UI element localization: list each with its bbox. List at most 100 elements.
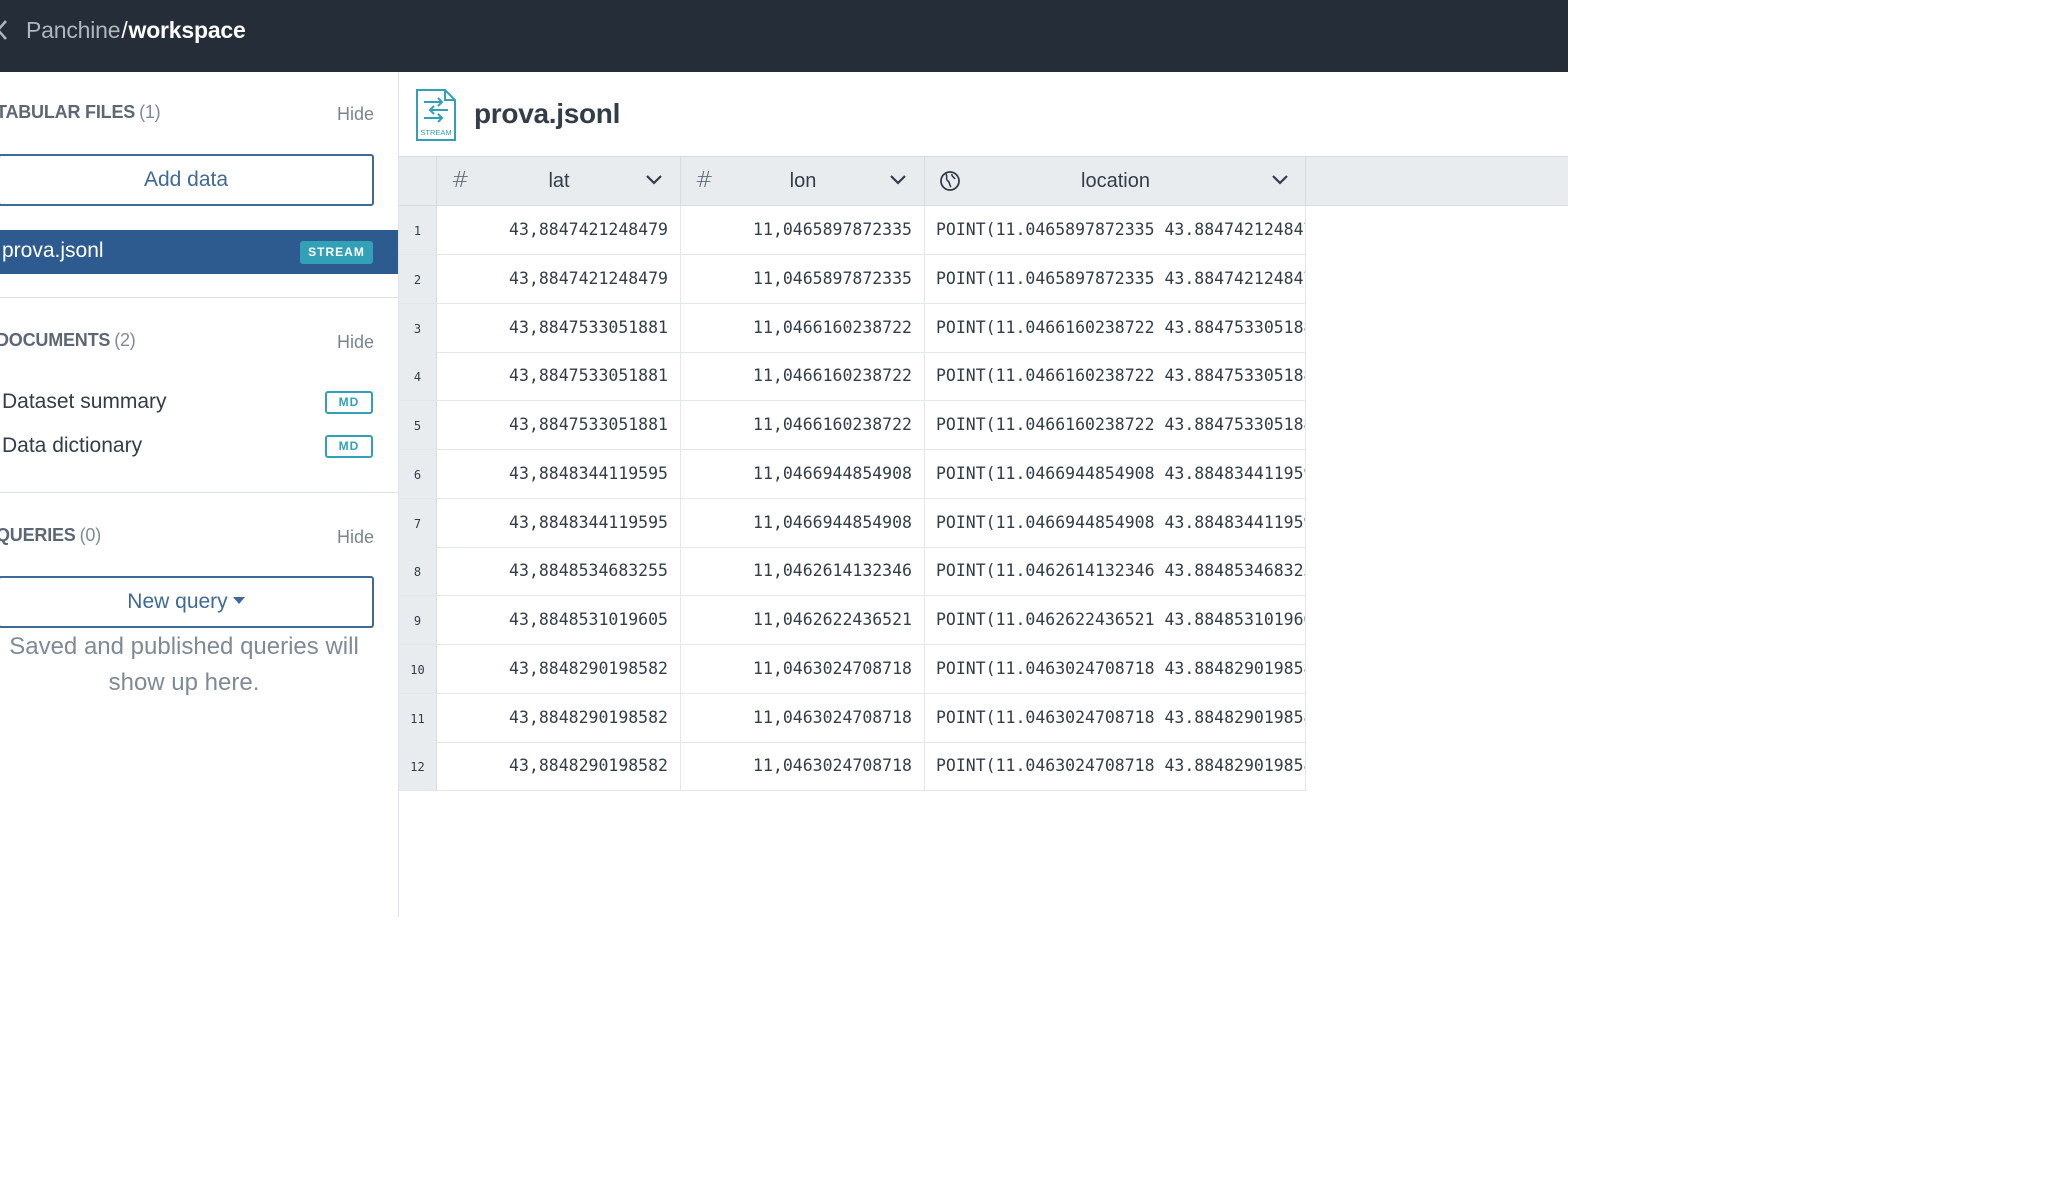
tabular-files-title: TABULAR FILES (1): [0, 102, 161, 123]
table-row: 4 43,8847533051881 11,0466160238722 POINT(1…: [399, 352, 1306, 402]
column-header-lat[interactable]: # lat: [437, 157, 681, 205]
breadcrumb-workspace[interactable]: workspace: [129, 17, 246, 43]
cell-location[interactable]: POINT(11.0463024708718 43.8848290198582): [925, 693, 1306, 742]
cell-lon[interactable]: 11,0466944854908: [681, 498, 925, 547]
table-row: 8 43,8848534683255 11,0462614132346 POINT(1…: [399, 547, 1306, 597]
cell-lat[interactable]: 43,8847421248479: [437, 254, 681, 303]
document-item-data-dictionary[interactable]: Data dictionary MD: [0, 429, 398, 465]
document-item-name: Dataset summary: [2, 390, 167, 413]
new-query-button[interactable]: New query: [0, 576, 374, 628]
cell-lon[interactable]: 11,0466160238722: [681, 352, 925, 401]
document-item-dataset-summary[interactable]: Dataset summary MD: [0, 385, 398, 421]
cell-lon[interactable]: 11,0466944854908: [681, 449, 925, 498]
table-row: 3 43,8847533051881 11,0466160238722 POINT(1…: [399, 303, 1306, 353]
cell-location[interactable]: POINT(11.0463024708718 43.8848290198582): [925, 742, 1306, 791]
cell-lon[interactable]: 11,0466160238722: [681, 401, 925, 449]
chevron-down-icon[interactable]: [645, 171, 663, 189]
section-divider: [0, 492, 398, 493]
cell-lat[interactable]: 43,8848290198582: [437, 742, 681, 791]
cell-location[interactable]: POINT(11.0465897872335 43.8847421248479): [925, 254, 1306, 303]
cell-lon[interactable]: 11,0463024708718: [681, 693, 925, 742]
queries-hide-link[interactable]: Hide: [337, 527, 374, 548]
file-item-name: prova.jsonl: [2, 239, 104, 262]
section-divider: [0, 297, 398, 298]
file-title: prova.jsonl: [474, 98, 621, 129]
md-badge: MD: [325, 435, 373, 458]
tabular-files-hide-link[interactable]: Hide: [337, 104, 374, 125]
cell-lon[interactable]: 11,0463024708718: [681, 742, 925, 791]
stream-file-icon: STREAM: [415, 88, 457, 142]
cell-lon[interactable]: 11,0463024708718: [681, 644, 925, 693]
documents-count: (2): [114, 330, 136, 350]
sidebar: TABULAR FILES (1) Hide Add data prova.jso…: [0, 72, 399, 917]
cell-lat[interactable]: 43,8848290198582: [437, 644, 681, 693]
chevron-down-icon[interactable]: [889, 171, 907, 189]
column-header-lon[interactable]: # lon: [681, 157, 925, 205]
breadcrumb-owner[interactable]: Panchine: [26, 17, 121, 43]
tabular-files-title-text: TABULAR FILES: [0, 102, 136, 122]
cell-lat[interactable]: 43,8848344119595: [437, 498, 681, 547]
queries-header: QUERIES (0) Hide: [0, 521, 399, 551]
cell-location[interactable]: POINT(11.0465897872335 43.8847421248479): [925, 206, 1306, 254]
table-row: 5 43,8847533051881 11,0466160238722 POINT(1…: [399, 401, 1306, 450]
file-item-prova-jsonl[interactable]: prova.jsonl STREAM: [0, 230, 398, 274]
table-row: 11 43,8848290198582 11,0463024708718 POINT(…: [399, 693, 1306, 743]
cell-lon[interactable]: 11,0462614132346: [681, 547, 925, 596]
back-chevron-icon[interactable]: [0, 19, 8, 40]
cell-lat[interactable]: 43,8848344119595: [437, 449, 681, 498]
cell-lat[interactable]: 43,8848531019605: [437, 596, 681, 644]
cell-lat[interactable]: 43,8848290198582: [437, 693, 681, 742]
new-query-label: New query: [127, 590, 228, 613]
tabular-files-count: (1): [139, 102, 161, 122]
row-number: 4: [399, 352, 437, 401]
table-row: 1 43,8847421248479 11,0465897872335 POINT(1…: [399, 206, 1306, 255]
column-header-row: # lat # lon location: [399, 156, 1568, 206]
cell-lon[interactable]: 11,0465897872335: [681, 254, 925, 303]
queries-title-text: QUERIES: [0, 525, 76, 545]
cell-location[interactable]: POINT(11.0462622436521 43.8848531019605): [925, 596, 1306, 644]
header-corner: [399, 157, 437, 205]
cell-lat[interactable]: 43,8847421248479: [437, 206, 681, 254]
cell-lon[interactable]: 11,0462622436521: [681, 596, 925, 644]
cell-lon[interactable]: 11,0465897872335: [681, 206, 925, 254]
file-icon-label: STREAM: [420, 128, 451, 137]
md-badge: MD: [325, 391, 373, 414]
table-row: 9 43,8848531019605 11,0462622436521 POINT(1…: [399, 596, 1306, 645]
cell-location[interactable]: POINT(11.0466160238722 43.8847533051881): [925, 352, 1306, 401]
cell-lon[interactable]: 11,0466160238722: [681, 303, 925, 352]
queries-empty-text: Saved and published queries will show up…: [9, 633, 359, 696]
queries-count: (0): [79, 525, 102, 545]
breadcrumb: Panchine/workspace: [26, 15, 246, 45]
column-header-location[interactable]: location: [925, 157, 1306, 205]
documents-hide-link[interactable]: Hide: [337, 332, 374, 353]
cell-location[interactable]: POINT(11.0466944854908 43.8848344119595): [925, 449, 1306, 498]
stream-badge: STREAM: [300, 241, 373, 264]
row-number: 5: [399, 401, 437, 449]
main-panel: STREAM prova.jsonl # lat # lon location …: [399, 72, 1568, 917]
cell-location[interactable]: POINT(11.0463024708718 43.8848290198582): [925, 644, 1306, 693]
cell-lat[interactable]: 43,8847533051881: [437, 303, 681, 352]
breadcrumb-separator: /: [121, 17, 128, 43]
table-row: 12 43,8848290198582 11,0463024708718 POINT(…: [399, 742, 1306, 792]
chevron-down-icon[interactable]: [1271, 171, 1289, 189]
caret-down-icon: [232, 597, 245, 605]
row-number: 7: [399, 498, 437, 547]
row-number: 8: [399, 547, 437, 596]
column-label-location: location: [1081, 170, 1150, 192]
cell-location[interactable]: POINT(11.0462614132346 43.8848534683255): [925, 547, 1306, 596]
cell-lat[interactable]: 43,8847533051881: [437, 352, 681, 401]
table-row: 6 43,8848344119595 11,0466944854908 POINT(1…: [399, 449, 1306, 499]
table-row: 7 43,8848344119595 11,0466944854908 POINT(1…: [399, 498, 1306, 548]
cell-lat[interactable]: 43,8847533051881: [437, 401, 681, 449]
row-number: 9: [399, 596, 437, 644]
cell-lat[interactable]: 43,8848534683255: [437, 547, 681, 596]
documents-title: DOCUMENTS (2): [0, 330, 136, 351]
table-row: 2 43,8847421248479 11,0465897872335 POINT(1…: [399, 254, 1306, 304]
row-number: 10: [399, 644, 437, 693]
cell-location[interactable]: POINT(11.0466160238722 43.8847533051881): [925, 401, 1306, 449]
cell-location[interactable]: POINT(11.0466944854908 43.8848344119595): [925, 498, 1306, 547]
cell-location[interactable]: POINT(11.0466160238722 43.8847533051881): [925, 303, 1306, 352]
table-row: 10 43,8848290198582 11,0463024708718 POINT(…: [399, 644, 1306, 694]
row-number: 1: [399, 206, 437, 254]
add-data-button[interactable]: Add data: [0, 154, 374, 206]
